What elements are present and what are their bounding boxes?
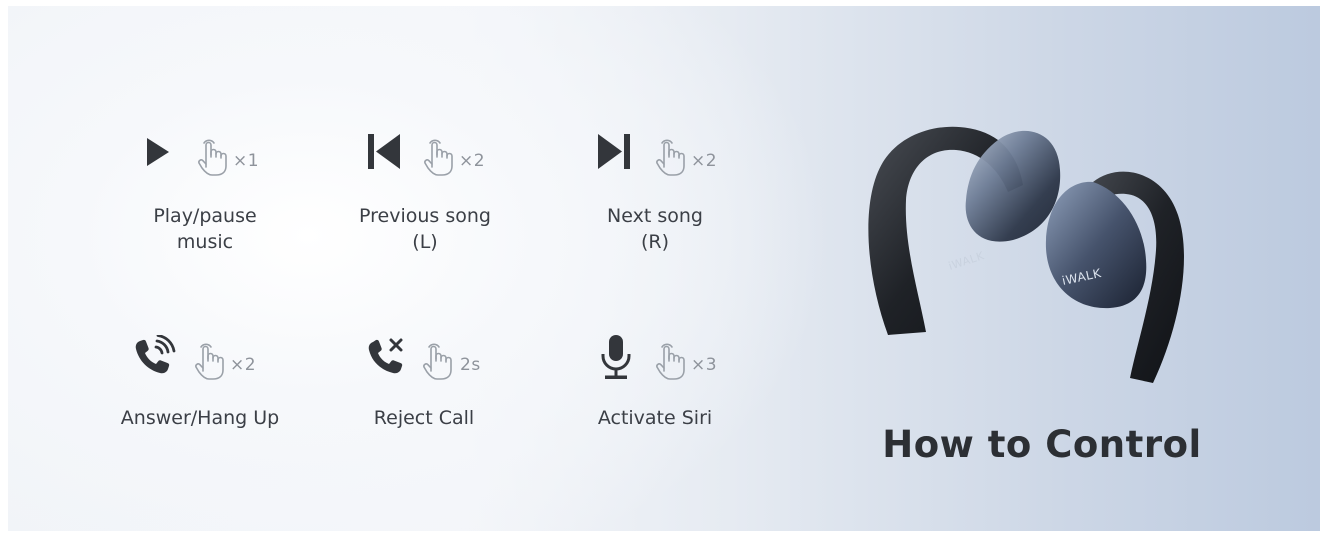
- tap-count: ×2: [691, 151, 718, 171]
- control-next-song: ×2 Next song (R): [545, 131, 765, 271]
- tap-gesture-icon: [195, 343, 224, 380]
- phone-reject-icon: [368, 338, 403, 374]
- phone-ringing-icon: [135, 335, 176, 374]
- control-previous-song: ×2 Previous song (L): [315, 131, 535, 271]
- microphone-icon: [601, 335, 631, 379]
- control-label-line1: Reject Call: [373, 407, 475, 429]
- tap-gesture-icon: [198, 139, 227, 176]
- control-label: Answer/Hang Up: [90, 405, 310, 431]
- tap-count: ×2: [230, 355, 257, 375]
- control-label-line1: Answer/Hang Up: [120, 407, 280, 429]
- control-icons: ×2: [315, 131, 535, 181]
- tap-count: ×2: [459, 151, 486, 171]
- control-label: Previous song (L): [315, 203, 535, 255]
- control-activate-siri: ×3 Activate Siri: [545, 335, 765, 475]
- control-label-line2: music: [176, 231, 234, 253]
- control-label-line2: (L): [412, 231, 438, 253]
- tap-gesture-icon: [423, 343, 452, 380]
- tap-count: 2s: [460, 355, 481, 375]
- control-label-line2: (R): [640, 231, 670, 253]
- previous-track-icon: [368, 134, 400, 169]
- brand-label-back: iWALK: [947, 249, 986, 273]
- control-label-line1: Next song: [607, 205, 703, 227]
- control-label-line1: Previous song: [359, 205, 491, 227]
- control-icons: ×3: [545, 335, 765, 385]
- control-label: Next song (R): [545, 203, 765, 255]
- control-play-pause: ×1 Play/pause music: [95, 131, 315, 271]
- tap-gesture-icon: [656, 139, 685, 176]
- control-icons: ×2: [545, 131, 765, 181]
- control-icons: 2s: [314, 335, 534, 385]
- tap-gesture-icon: [424, 139, 453, 176]
- next-track-icon: [598, 134, 630, 169]
- control-label: Play/pause music: [95, 203, 315, 255]
- control-reject-call: 2s Reject Call: [314, 335, 534, 475]
- play-icon: [147, 138, 169, 166]
- control-label-line1: Activate Siri: [597, 407, 713, 429]
- canvas: ×1 Play/pause music ×2 Previous song (L)…: [0, 0, 1327, 539]
- control-label: Activate Siri: [545, 405, 765, 431]
- tap-count: ×1: [233, 151, 260, 171]
- earbuds-product-image: iWALK iWALK: [868, 126, 1184, 383]
- page-title: How to Control: [882, 423, 1202, 466]
- tap-count: ×3: [691, 355, 718, 375]
- control-label: Reject Call: [314, 405, 534, 431]
- control-answer-hang-up: ×2 Answer/Hang Up: [90, 335, 310, 475]
- tap-gesture-icon: [656, 343, 685, 380]
- control-label-line1: Play/pause: [153, 205, 257, 227]
- control-icons: ×2: [90, 335, 310, 385]
- control-icons: ×1: [95, 131, 315, 181]
